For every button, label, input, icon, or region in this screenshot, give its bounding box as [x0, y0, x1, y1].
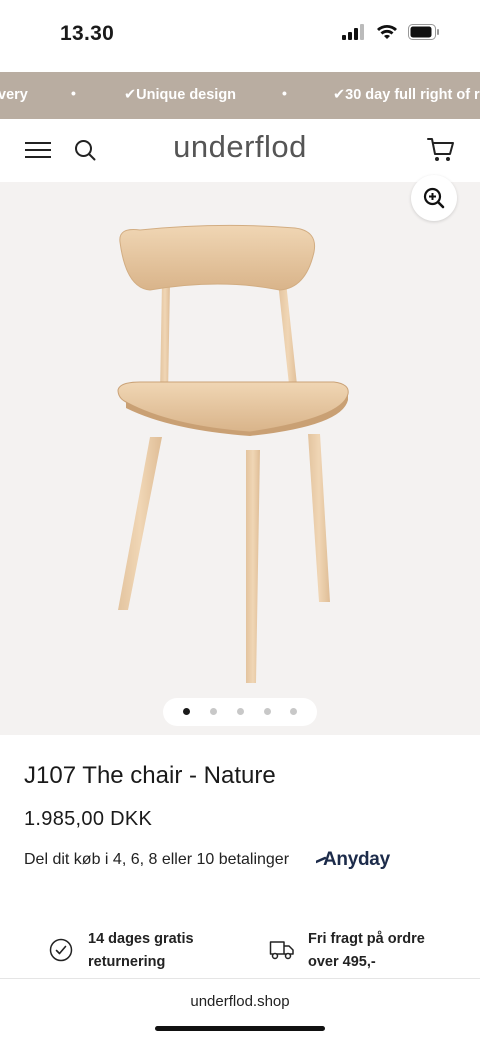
battery-icon	[408, 24, 439, 40]
usp-text: Fri fragt på ordre over 495,-	[308, 928, 425, 974]
usp-shipping: Fri fragt på ordre over 495,-	[269, 928, 425, 974]
home-indicator[interactable]	[155, 1026, 325, 1031]
browser-url[interactable]: underflod.shop	[0, 993, 480, 1010]
announcement-separator: •	[71, 85, 76, 101]
status-time: 13.30	[60, 22, 115, 45]
status-bar: 13.30	[0, 0, 480, 72]
status-icons	[342, 24, 440, 40]
announcement-separator: •	[282, 85, 287, 101]
usp-line: Fri fragt på ordre	[308, 931, 425, 947]
announcement-item: very	[0, 87, 28, 103]
browser-bar: underflod.shop	[0, 978, 480, 1041]
announcement-bar: very • ✔Unique design • ✔30 day full rig…	[0, 72, 480, 119]
cart-icon[interactable]	[427, 137, 455, 163]
site-header: underflod	[0, 119, 480, 182]
slide-indicator	[163, 698, 317, 726]
slide-dot[interactable]	[264, 708, 271, 715]
signal-icon	[342, 24, 364, 40]
delivery-truck-icon	[269, 941, 294, 960]
product-title: J107 The chair - Nature	[24, 762, 276, 789]
anyday-logo[interactable]: Anyday	[314, 849, 390, 871]
announcement-item: ✔Unique design	[124, 87, 237, 103]
wifi-icon	[377, 25, 397, 39]
zoom-in-icon	[423, 187, 445, 209]
usp-line: returnering	[88, 954, 166, 970]
usp-returns: 14 dages gratis returnering	[49, 928, 194, 974]
usp-line: 14 dages gratis	[88, 931, 194, 947]
anyday-label: Anyday	[323, 849, 390, 870]
announcement-item: ✔30 day full right of re	[333, 87, 480, 103]
usp-line: over 495,-	[308, 954, 376, 970]
slide-dot[interactable]	[183, 708, 190, 715]
slide-dot[interactable]	[290, 708, 297, 715]
product-price: 1.985,00 DKK	[24, 808, 153, 830]
product-gallery[interactable]	[0, 175, 480, 735]
zoom-button[interactable]	[411, 175, 457, 221]
chair-image	[117, 224, 349, 683]
site-logo[interactable]: underflod	[0, 129, 480, 165]
slide-dot[interactable]	[237, 708, 244, 715]
usp-text: 14 dages gratis returnering	[88, 928, 194, 974]
installments-text: Del dit køb i 4, 6, 8 eller 10 betalinge…	[24, 851, 290, 868]
check-circle-icon	[49, 938, 73, 962]
slide-dot[interactable]	[210, 708, 217, 715]
